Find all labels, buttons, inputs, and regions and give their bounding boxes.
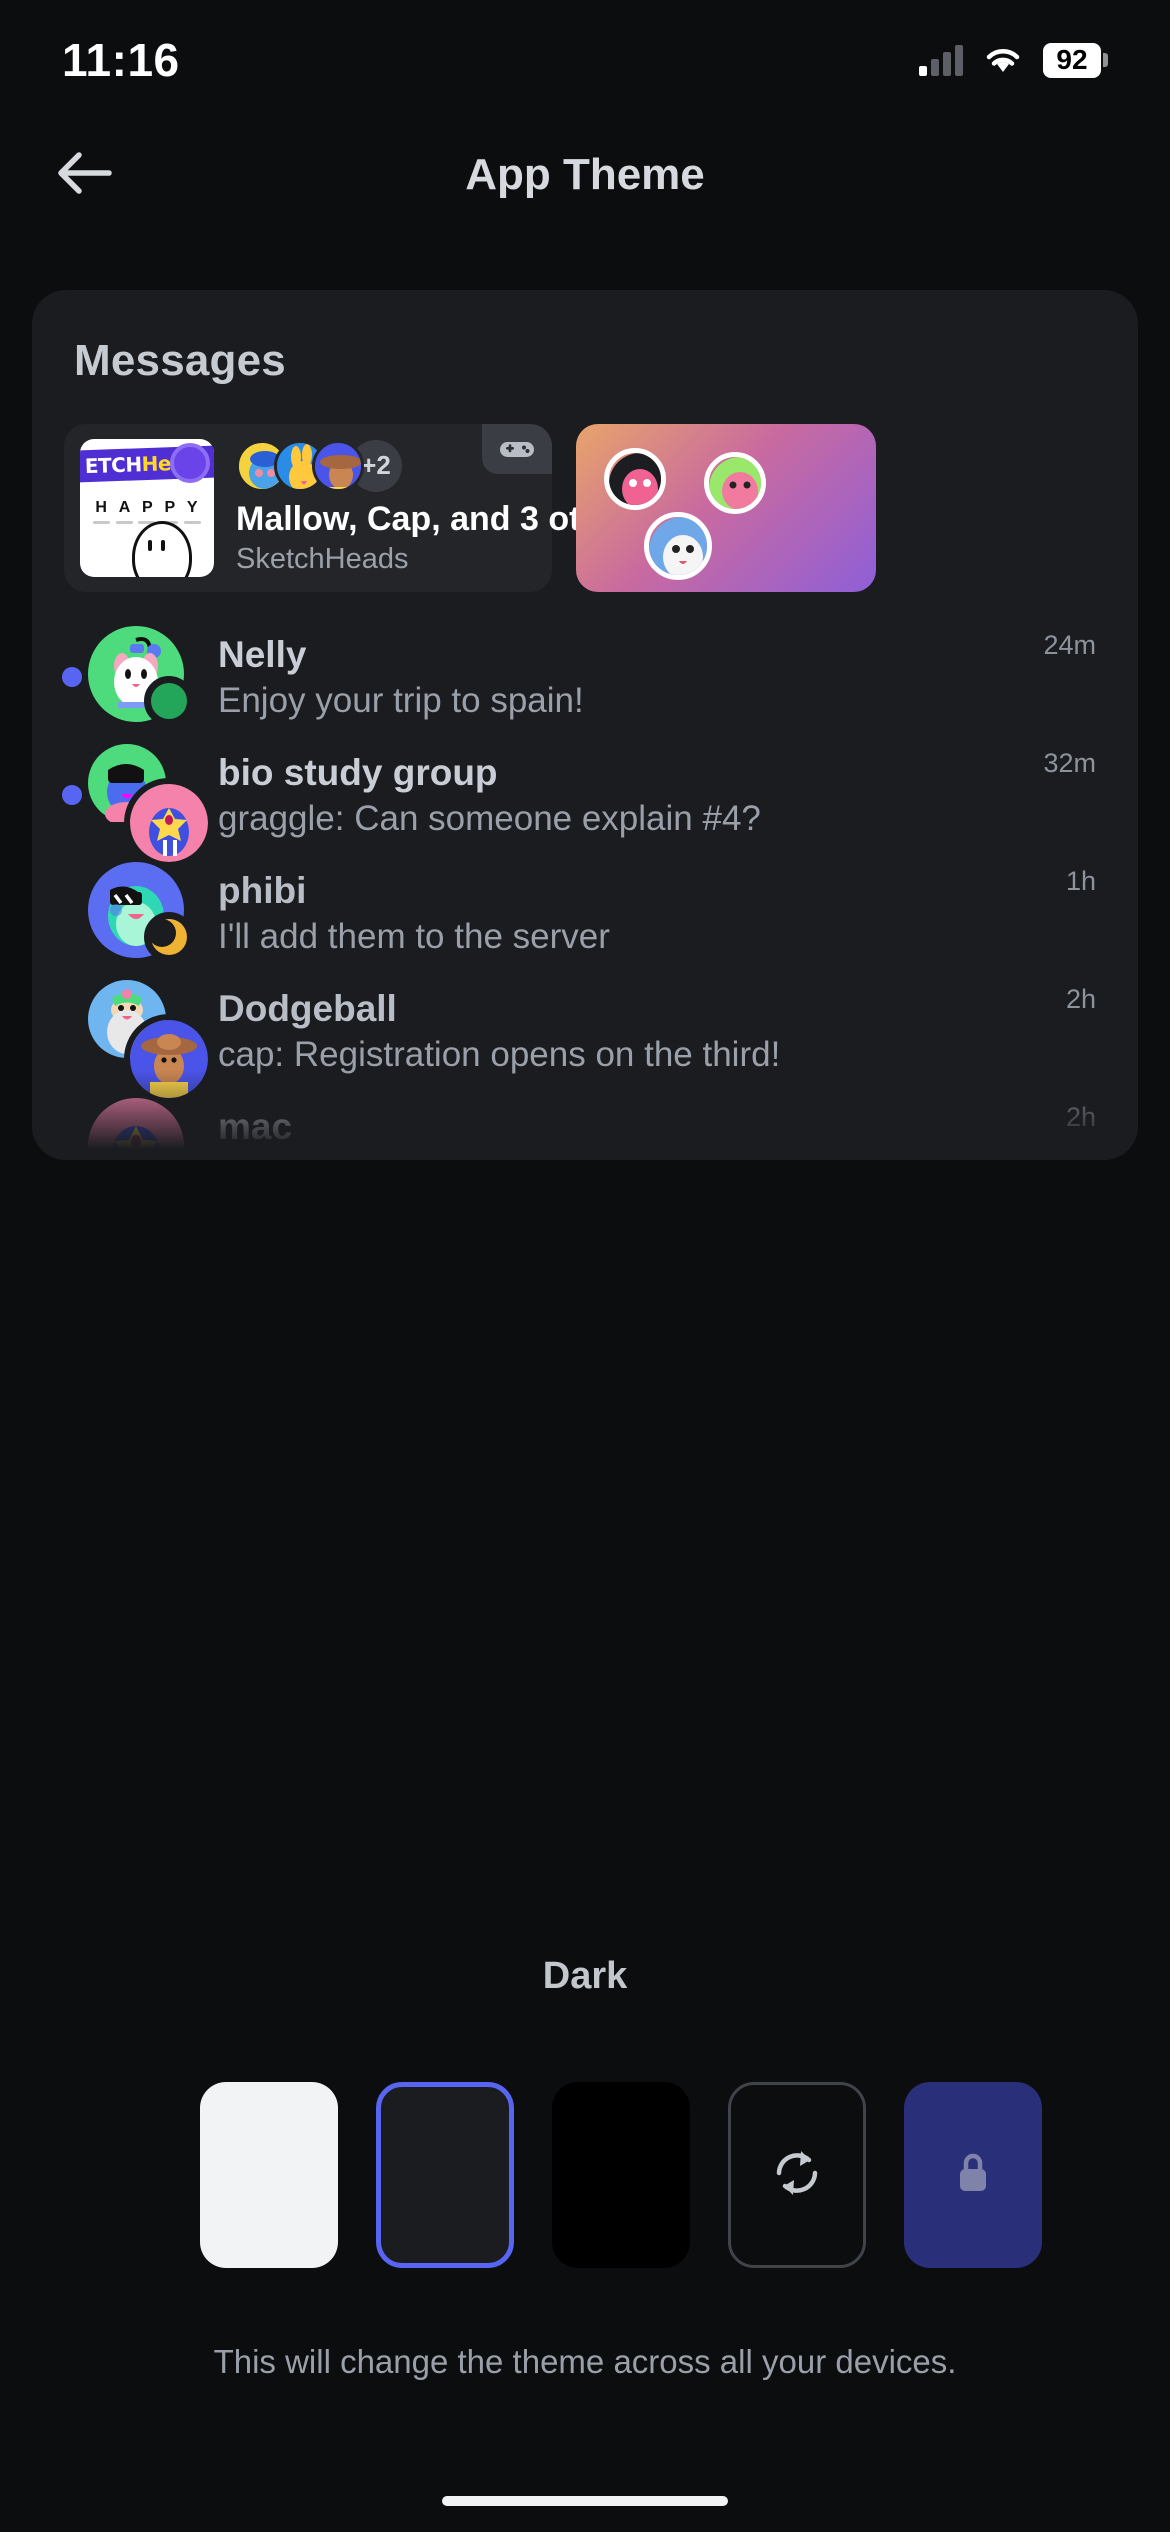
activity-card-secondary[interactable] [576,424,876,592]
dm-preview-message: graggle: Can someone explain #4? [218,798,761,838]
avatar [312,439,364,492]
dm-preview-message: I'll add them to the server [218,916,610,956]
dm-list[interactable]: Nelly Enjoy your trip to spain! 24m bio … [32,592,1138,1160]
sync-icon [768,2144,826,2207]
dm-timestamp: 2h [1065,1102,1096,1132]
dark-theme-swatch[interactable] [376,2082,514,2268]
list-item[interactable]: mac What time should we start tonight? 2… [32,1090,1138,1160]
sketchheads-blanks [90,521,204,524]
avatar [704,452,766,514]
unread-indicator [62,667,82,687]
dm-name: Nelly [218,634,307,676]
back-arrow-icon [57,150,113,201]
sketchheads-knob-icon [170,443,210,483]
dm-preview-message: Enjoy your trip to spain! [218,680,584,720]
avatar [644,512,712,580]
sketchheads-doodle-eyes [148,540,165,551]
nav-header: App Theme [0,120,1170,230]
activity-participants-label: Mallow, Cap, and 3 others [236,499,653,538]
battery-icon: 92 [1043,42,1108,78]
light-theme-swatch[interactable] [200,2082,338,2268]
list-item[interactable]: Dodgeball cap: Registration opens on the… [32,972,1138,1104]
dm-preview-message: cap: Registration opens on the third! [218,1034,781,1074]
cellular-signal-icon [919,44,963,76]
theme-preview-card: Messages ETCHHeads HAPPY [32,290,1138,1160]
dm-timestamp: 32m [1043,748,1096,778]
preview-messages-heading: Messages [74,336,286,385]
avatar [604,448,666,510]
page-title: App Theme [465,150,705,199]
dm-name: bio study group [218,752,498,794]
dm-timestamp: 24m [1043,630,1096,660]
battery-percent: 92 [1043,42,1101,78]
dm-name: phibi [218,870,307,912]
back-button[interactable] [40,130,130,220]
activity-card-strip[interactable]: ETCHHeads HAPPY [32,386,1138,592]
unread-indicator [62,785,82,805]
theme-swatch-row[interactable] [0,2080,1170,2270]
game-controller-icon [482,424,552,474]
status-badge [144,912,194,962]
dm-name: Dodgeball [218,988,397,1030]
amoled-theme-swatch[interactable] [552,2082,690,2268]
sketchheads-thumbnail: ETCHHeads HAPPY [80,439,214,577]
status-bar-indicators: 92 [919,42,1108,78]
status-bar-time: 11:16 [62,34,180,86]
dm-name: mac [218,1106,293,1148]
sketchheads-logo-prefix: ETCH [84,452,143,479]
wifi-icon [983,45,1023,75]
dm-preview-message: What time should we start tonight? [218,1153,1066,1160]
theme-footnote: This will change the theme across all yo… [213,2343,957,2380]
activity-card-sketchheads[interactable]: ETCHHeads HAPPY [64,424,653,592]
status-badge [144,676,194,726]
list-item[interactable]: Nelly Enjoy your trip to spain! 24m [32,618,1138,736]
sync-theme-swatch[interactable] [728,2082,866,2268]
home-indicator [442,2496,728,2506]
list-item[interactable]: bio study group graggle: Can someone exp… [32,736,1138,868]
locked-theme-swatch[interactable] [904,2082,1042,2268]
lock-icon [953,2149,993,2202]
activity-name-label: SketchHeads [236,543,409,576]
dm-timestamp: 2h [1065,984,1096,1014]
sketchheads-word: HAPPY [95,499,199,516]
status-bar: 11:16 92 [0,0,1170,120]
theme-mode-label: Dark [542,1955,628,1997]
dm-timestamp: 1h [1065,866,1096,896]
list-item[interactable]: phibi I'll add them to the server 1h [32,854,1138,972]
